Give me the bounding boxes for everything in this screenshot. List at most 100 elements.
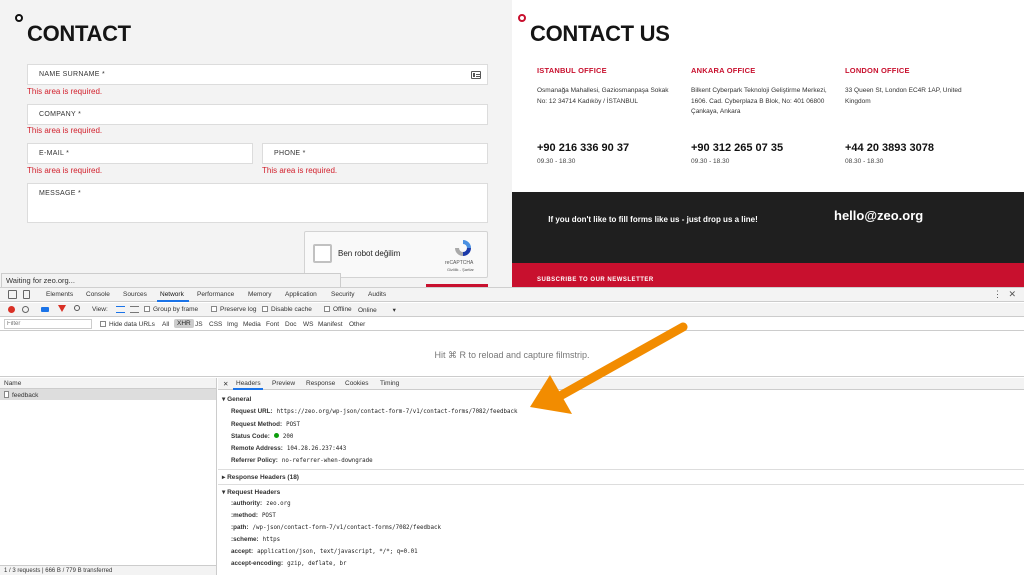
view-label: View: xyxy=(92,306,108,313)
filter-type-all[interactable]: All xyxy=(162,321,169,328)
recaptcha-terms[interactable]: Gizlilik - Şartlar xyxy=(447,267,474,272)
recaptcha-logo-icon xyxy=(455,240,471,256)
device-toolbar-icon[interactable] xyxy=(23,290,30,299)
request-row[interactable]: feedback xyxy=(0,389,216,400)
header-value: gzip, deflate, br xyxy=(287,561,347,567)
tab-network[interactable]: Network xyxy=(160,291,184,298)
close-detail-icon[interactable]: ✕ xyxy=(223,380,228,388)
response-headers-title: Response Headers (18) xyxy=(227,474,299,481)
response-headers-toggle[interactable]: ▸ Response Headers (18) xyxy=(222,473,299,481)
group-by-frame-toggle[interactable]: Group by frame xyxy=(144,306,198,313)
email-link[interactable]: hello@zeo.org xyxy=(834,208,923,223)
remote-address-value: 104.28.26.237:443 xyxy=(286,446,347,452)
checkbox-icon xyxy=(211,306,217,312)
checkbox-icon xyxy=(100,321,106,327)
tab-preview[interactable]: Preview xyxy=(272,380,295,387)
email-field[interactable]: E-MAIL * xyxy=(27,143,253,164)
more-options-icon[interactable]: ⋮ xyxy=(993,289,1002,300)
tab-application[interactable]: Application xyxy=(285,291,317,298)
request-name: feedback xyxy=(12,392,39,399)
general-section-title: General xyxy=(227,396,252,403)
name-column-header[interactable]: Name xyxy=(0,378,216,389)
phone-field[interactable]: PHONE * xyxy=(262,143,488,164)
office-name: LONDON OFFICE xyxy=(845,66,910,75)
filter-type-font[interactable]: Font xyxy=(266,321,279,328)
tab-audits[interactable]: Audits xyxy=(368,291,386,298)
throttle-value: Online xyxy=(358,307,377,314)
tab-elements[interactable]: Elements xyxy=(46,291,73,298)
header-row: :authority: zeo.org xyxy=(231,500,291,507)
filter-type-manifest[interactable]: Manifest xyxy=(318,321,343,328)
tab-headers[interactable]: Headers xyxy=(236,380,261,387)
record-icon[interactable] xyxy=(8,306,15,313)
office-phone[interactable]: +44 20 3893 3078 xyxy=(845,142,985,154)
contact-us-panel: CONTACT US ISTANBUL OFFICE Osmanağa Maha… xyxy=(512,0,1024,287)
website-viewport: CONTACT NAME SURNAME * This area is requ… xyxy=(0,0,1024,287)
message-field[interactable]: MESSAGE * xyxy=(27,183,488,223)
clear-icon[interactable] xyxy=(22,306,29,313)
hide-data-urls-label: Hide data URLs xyxy=(109,321,155,328)
newsletter-label[interactable]: SUBSCRIBE TO OUR NEWSLETTER xyxy=(537,277,654,283)
tab-console[interactable]: Console xyxy=(86,291,110,298)
office-ankara: ANKARA OFFICE Bilkent Cyberpark Teknoloj… xyxy=(691,66,831,165)
status-code-label: Status Code: xyxy=(231,433,270,440)
capture-screenshots-icon[interactable] xyxy=(41,307,49,312)
company-field[interactable]: COMPANY * xyxy=(27,104,488,125)
overview-icon[interactable] xyxy=(130,306,139,313)
disable-cache-toggle[interactable]: Disable cache xyxy=(262,306,312,313)
search-icon[interactable] xyxy=(74,305,80,311)
tab-cookies[interactable]: Cookies xyxy=(345,380,368,387)
bullet-icon xyxy=(15,14,23,22)
offline-toggle[interactable]: Offline xyxy=(324,306,352,313)
name-surname-error: This area is required. xyxy=(27,87,103,96)
company-error: This area is required. xyxy=(27,126,103,135)
office-name: ANKARA OFFICE xyxy=(691,66,756,75)
status-code-row: Status Code: 200 xyxy=(231,433,293,440)
request-method-row: Request Method: POST xyxy=(231,421,300,428)
remote-address-row: Remote Address: 104.28.26.237:443 xyxy=(231,445,346,452)
tab-timing[interactable]: Timing xyxy=(380,380,399,387)
filter-type-media[interactable]: Media xyxy=(243,321,261,328)
referrer-policy-row: Referrer Policy: no-referrer-when-downgra… xyxy=(231,457,373,464)
name-surname-field[interactable]: NAME SURNAME * xyxy=(27,64,488,85)
tab-memory[interactable]: Memory xyxy=(248,291,271,298)
contact-card-icon[interactable] xyxy=(471,71,481,79)
filter-icon[interactable] xyxy=(58,305,66,312)
close-devtools-icon[interactable]: ✕ xyxy=(1008,289,1016,300)
header-value: application/json, text/javascript, */*; … xyxy=(257,549,418,555)
request-headers-toggle[interactable]: ▾ Request Headers xyxy=(222,488,280,496)
preserve-log-toggle[interactable]: Preserve log xyxy=(211,306,257,313)
referrer-policy-value: no-referrer-when-downgrade xyxy=(281,458,373,464)
recaptcha-label: Ben robot değilim xyxy=(338,249,401,258)
request-url-label: Request URL: xyxy=(231,408,273,415)
recaptcha-checkbox[interactable] xyxy=(313,244,332,263)
header-key: accept: xyxy=(231,548,254,555)
tab-performance[interactable]: Performance xyxy=(197,291,234,298)
devtools-tab-bar: Elements Console Sources Network Perform… xyxy=(0,288,1024,302)
large-rows-icon[interactable] xyxy=(116,306,125,313)
request-method-value: POST xyxy=(286,422,301,428)
filter-type-ws[interactable]: WS xyxy=(303,321,313,328)
general-section-toggle[interactable]: ▾ General xyxy=(222,395,251,403)
hide-data-urls-toggle[interactable]: Hide data URLs xyxy=(100,321,155,328)
filter-type-doc[interactable]: Doc xyxy=(285,321,297,328)
tab-sources[interactable]: Sources xyxy=(123,291,147,298)
filter-type-img[interactable]: Img xyxy=(227,321,238,328)
filter-type-other[interactable]: Other xyxy=(349,321,365,328)
filter-type-css[interactable]: CSS xyxy=(209,321,222,328)
section-divider xyxy=(218,484,1024,485)
tab-security[interactable]: Security xyxy=(331,291,354,298)
newsletter-band: SUBSCRIBE TO OUR NEWSLETTER xyxy=(512,263,1024,287)
filter-type-js[interactable]: JS xyxy=(195,321,203,328)
status-ok-icon xyxy=(273,433,279,438)
email-error: This area is required. xyxy=(27,166,103,175)
filter-input[interactable] xyxy=(4,319,92,329)
filter-type-xhr[interactable]: XHR xyxy=(174,319,194,328)
inspect-element-icon[interactable] xyxy=(8,290,17,299)
request-summary: 1 / 3 requests | 666 B / 779 B transferr… xyxy=(0,565,216,575)
office-phone[interactable]: +90 216 336 90 37 xyxy=(537,142,677,154)
request-url-value: https://zeo.org/wp-json/contact-form-7/v… xyxy=(276,409,518,415)
office-phone[interactable]: +90 312 265 07 35 xyxy=(691,142,831,154)
throttle-select[interactable]: Online ▾ xyxy=(358,306,396,314)
tab-response[interactable]: Response xyxy=(306,380,335,387)
